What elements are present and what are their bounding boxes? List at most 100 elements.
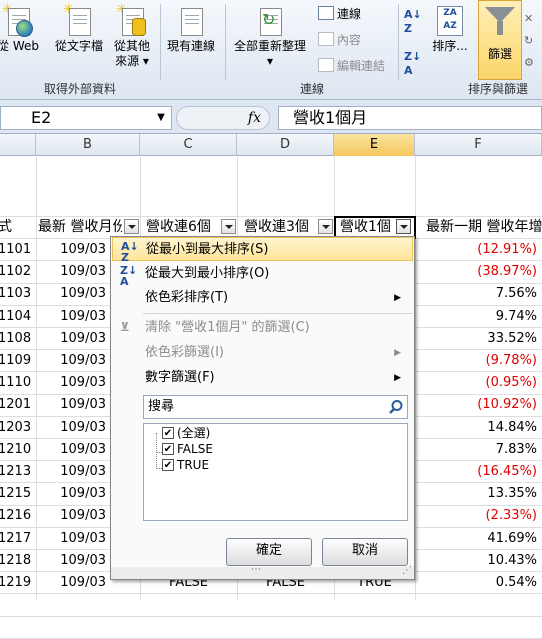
cell-b[interactable]: 109/03 — [38, 550, 106, 572]
resize-handle-icon[interactable]: ⋰ — [402, 565, 412, 576]
cell-b[interactable]: 109/03 — [38, 505, 106, 527]
cell-a[interactable]: 1216 — [0, 505, 34, 527]
from-web-button[interactable]: ✳ 從 Web — [0, 2, 44, 54]
checkbox-false[interactable]: ✔ — [162, 443, 174, 455]
column-header-e[interactable]: E — [334, 134, 415, 156]
menu-number-filters[interactable]: 數字篩選(F) ▶ — [112, 366, 413, 390]
cell-a[interactable]: 1210 — [0, 439, 34, 461]
cell-a[interactable]: 1104 — [0, 306, 34, 328]
edit-links-icon — [318, 58, 334, 72]
refresh-all-button[interactable]: ↻ 全部重新整理 ▾ — [228, 6, 312, 69]
cell-a[interactable]: 1108 — [0, 328, 34, 350]
cell-a[interactable]: 1101 — [0, 239, 34, 261]
menu-clear-filter[interactable]: ⊻ 清除 "營收1個月" 的篩選(C) — [112, 316, 413, 340]
filter-dropdown-c[interactable] — [221, 219, 236, 234]
header-cell-b[interactable]: 最新 營收月份 — [38, 216, 122, 238]
cell-f[interactable]: (10.92%) — [415, 394, 537, 416]
sort-ascending-icon: A↓ Z — [121, 240, 139, 264]
cell-a[interactable]: 1203 — [0, 417, 34, 439]
cell-a[interactable]: 1219 — [0, 572, 34, 594]
cell-b[interactable]: 109/03 — [38, 261, 106, 283]
menu-resize-bar: ⋯ ⋰ — [111, 564, 414, 579]
connections-label: 連線 — [337, 7, 362, 21]
cell-a[interactable]: 1201 — [0, 394, 34, 416]
group-label-sort-filter: 排序與篩選 — [467, 82, 528, 96]
ribbon-separator — [225, 4, 226, 80]
cell-b[interactable]: 109/03 — [38, 528, 106, 550]
header-cell-a[interactable]: 式 — [0, 216, 34, 238]
advanced-filter-icons[interactable]: ✕ ↻ ⚙ — [524, 8, 542, 74]
sort-az-small-icons[interactable]: A↓ Z Z↓ A — [404, 8, 424, 77]
header-cell-d[interactable]: 營收連3個 — [244, 216, 318, 238]
submenu-arrow-icon: ▶ — [394, 293, 401, 303]
checkbox-true[interactable]: ✔ — [162, 459, 174, 471]
menu-sort-ascending[interactable]: A↓ Z 從最小到最大排序(S) — [112, 237, 413, 264]
column-header-d[interactable]: D — [237, 134, 334, 156]
cell-a[interactable]: 1215 — [0, 483, 34, 505]
header-cell-c[interactable]: 營收連6個 — [146, 216, 222, 238]
cell-b[interactable]: 109/03 — [38, 439, 106, 461]
cancel-button[interactable]: 取消 — [322, 538, 408, 566]
cell-a[interactable]: 1213 — [0, 461, 34, 483]
menu-sort-descending[interactable]: Z↓ A 從最大到最小排序(O) — [112, 262, 413, 287]
name-box-dropdown-icon[interactable]: ▼ — [152, 106, 170, 130]
cell-f[interactable]: 10.43% — [415, 550, 537, 572]
connections-button[interactable]: 連線 — [318, 5, 361, 22]
filter-dropdown-b[interactable] — [124, 219, 139, 234]
cell-b[interactable]: 109/03 — [38, 417, 106, 439]
column-header-f[interactable]: F — [415, 134, 542, 156]
cell-b[interactable]: 109/03 — [38, 372, 106, 394]
cell-f[interactable]: 9.74% — [415, 306, 537, 328]
cell-b[interactable]: 109/03 — [38, 350, 106, 372]
sort-by-color-label: 依色彩排序(T) — [145, 290, 229, 305]
checkbox-select-all[interactable]: ✔ — [162, 427, 174, 439]
existing-connections-button[interactable]: 現有連線 — [162, 6, 220, 54]
cell-a[interactable]: 1217 — [0, 528, 34, 550]
cell-f[interactable]: 0.54% — [415, 572, 537, 594]
cell-f[interactable]: 41.69% — [415, 528, 537, 550]
cell-b[interactable]: 109/03 — [38, 306, 106, 328]
cell-f[interactable]: 7.56% — [415, 283, 537, 305]
from-text-button[interactable]: ✳ 從文字檔 — [52, 2, 106, 54]
cell-f[interactable]: 14.84% — [415, 417, 537, 439]
column-header-c[interactable]: C — [140, 134, 237, 156]
ok-button[interactable]: 確定 — [226, 538, 312, 566]
cell-a[interactable]: 1109 — [0, 350, 34, 372]
cell-b[interactable]: 109/03 — [38, 572, 106, 594]
cell-b[interactable]: 109/03 — [38, 483, 106, 505]
header-cell-f[interactable]: 最新一期 營收年增 — [426, 216, 542, 238]
name-box[interactable]: E2 — [0, 106, 172, 130]
sort-button[interactable]: ZA AZ 排序... — [424, 6, 476, 54]
cell-f[interactable]: (12.91%) — [415, 239, 537, 261]
cell-f[interactable]: 33.52% — [415, 328, 537, 350]
cell-b[interactable]: 109/03 — [38, 394, 106, 416]
filter-button[interactable]: 篩選 — [478, 0, 522, 80]
insert-function-icon[interactable]: fx — [176, 106, 270, 130]
cell-b[interactable]: 109/03 — [38, 328, 106, 350]
cell-f[interactable]: 7.83% — [415, 439, 537, 461]
column-header-a[interactable] — [0, 134, 36, 156]
filter-dropdown-d[interactable] — [318, 219, 333, 234]
properties-button[interactable]: 內容 — [318, 31, 361, 48]
cell-b[interactable]: 109/03 — [38, 461, 106, 483]
cell-f[interactable]: 13.35% — [415, 483, 537, 505]
cell-a[interactable]: 1102 — [0, 261, 34, 283]
filter-search-input[interactable]: 搜尋 — [143, 395, 408, 419]
column-header-b[interactable]: B — [36, 134, 140, 156]
cell-a[interactable]: 1110 — [0, 372, 34, 394]
cell-f[interactable]: (16.45%) — [415, 461, 537, 483]
cell-f[interactable]: (9.78%) — [415, 350, 537, 372]
cell-f[interactable]: (0.95%) — [415, 372, 537, 394]
cell-f[interactable]: (38.97%) — [415, 261, 537, 283]
from-other-sources-button[interactable]: ✳ 從其他 來源 ▾ — [110, 2, 154, 69]
menu-sort-by-color[interactable]: 依色彩排序(T) ▶ — [112, 286, 413, 310]
filter-funnel-stem — [497, 21, 503, 35]
cell-b[interactable]: 109/03 — [38, 283, 106, 305]
menu-filter-by-color[interactable]: 依色彩篩選(I) ▶ — [112, 341, 413, 365]
formula-input[interactable]: 營收1個月 — [278, 106, 542, 130]
cell-a[interactable]: 1218 — [0, 550, 34, 572]
cell-f[interactable]: (2.33%) — [415, 505, 537, 527]
cell-a[interactable]: 1103 — [0, 283, 34, 305]
edit-links-button[interactable]: 編輯連結 — [318, 57, 385, 74]
cell-b[interactable]: 109/03 — [38, 239, 106, 261]
